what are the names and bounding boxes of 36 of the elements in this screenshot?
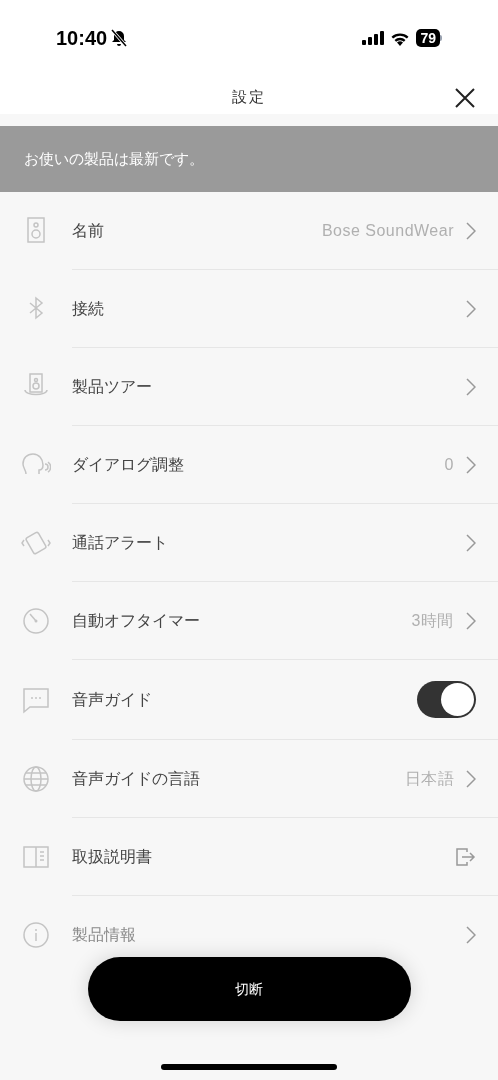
status-time: 10:40	[56, 26, 108, 51]
chevron-right-icon	[466, 611, 476, 630]
wifi-icon	[390, 30, 411, 46]
row-label[interactable]: 自動オフタイマー	[72, 608, 200, 633]
row-label[interactable]: 接続	[72, 296, 104, 321]
row-label[interactable]: 音声ガイドの言語	[72, 766, 200, 791]
muted-bell-icon	[111, 29, 128, 47]
toggle-switch[interactable]	[417, 681, 476, 718]
row-label[interactable]: 音声ガイド	[72, 687, 152, 712]
banner-text: お使いの製品は最新です。	[24, 148, 204, 169]
row-value: 0	[444, 454, 454, 475]
close-icon[interactable]	[455, 88, 475, 108]
battery-icon: 79	[416, 29, 442, 47]
row-label[interactable]: 通話アラート	[72, 530, 168, 555]
row-label[interactable]: 製品ツアー	[72, 374, 152, 399]
row-value: Bose SoundWear	[321, 220, 454, 241]
globe-icon	[21, 764, 51, 794]
chevron-right-icon	[466, 299, 476, 318]
chevron-right-icon	[466, 769, 476, 788]
timer-icon	[21, 606, 51, 636]
signal-icon	[362, 31, 385, 45]
info-icon	[21, 920, 51, 950]
page-title: 設定	[232, 87, 266, 107]
row-value: 日本語	[404, 768, 454, 789]
chevron-right-icon	[466, 221, 476, 240]
row-value: 3時間	[411, 610, 454, 631]
row-label[interactable]: 名前	[72, 218, 104, 243]
row-label[interactable]: ダイアログ調整	[72, 452, 184, 477]
chevron-right-icon	[466, 533, 476, 552]
row-label[interactable]: 取扱説明書	[72, 844, 152, 869]
chevron-right-icon	[466, 926, 476, 944]
chevron-right-icon	[466, 455, 476, 474]
exit-arrow-icon	[456, 847, 476, 866]
chevron-right-icon	[466, 377, 476, 396]
chat-icon	[21, 685, 51, 715]
disconnect-button[interactable]: 切断	[87, 957, 411, 1021]
